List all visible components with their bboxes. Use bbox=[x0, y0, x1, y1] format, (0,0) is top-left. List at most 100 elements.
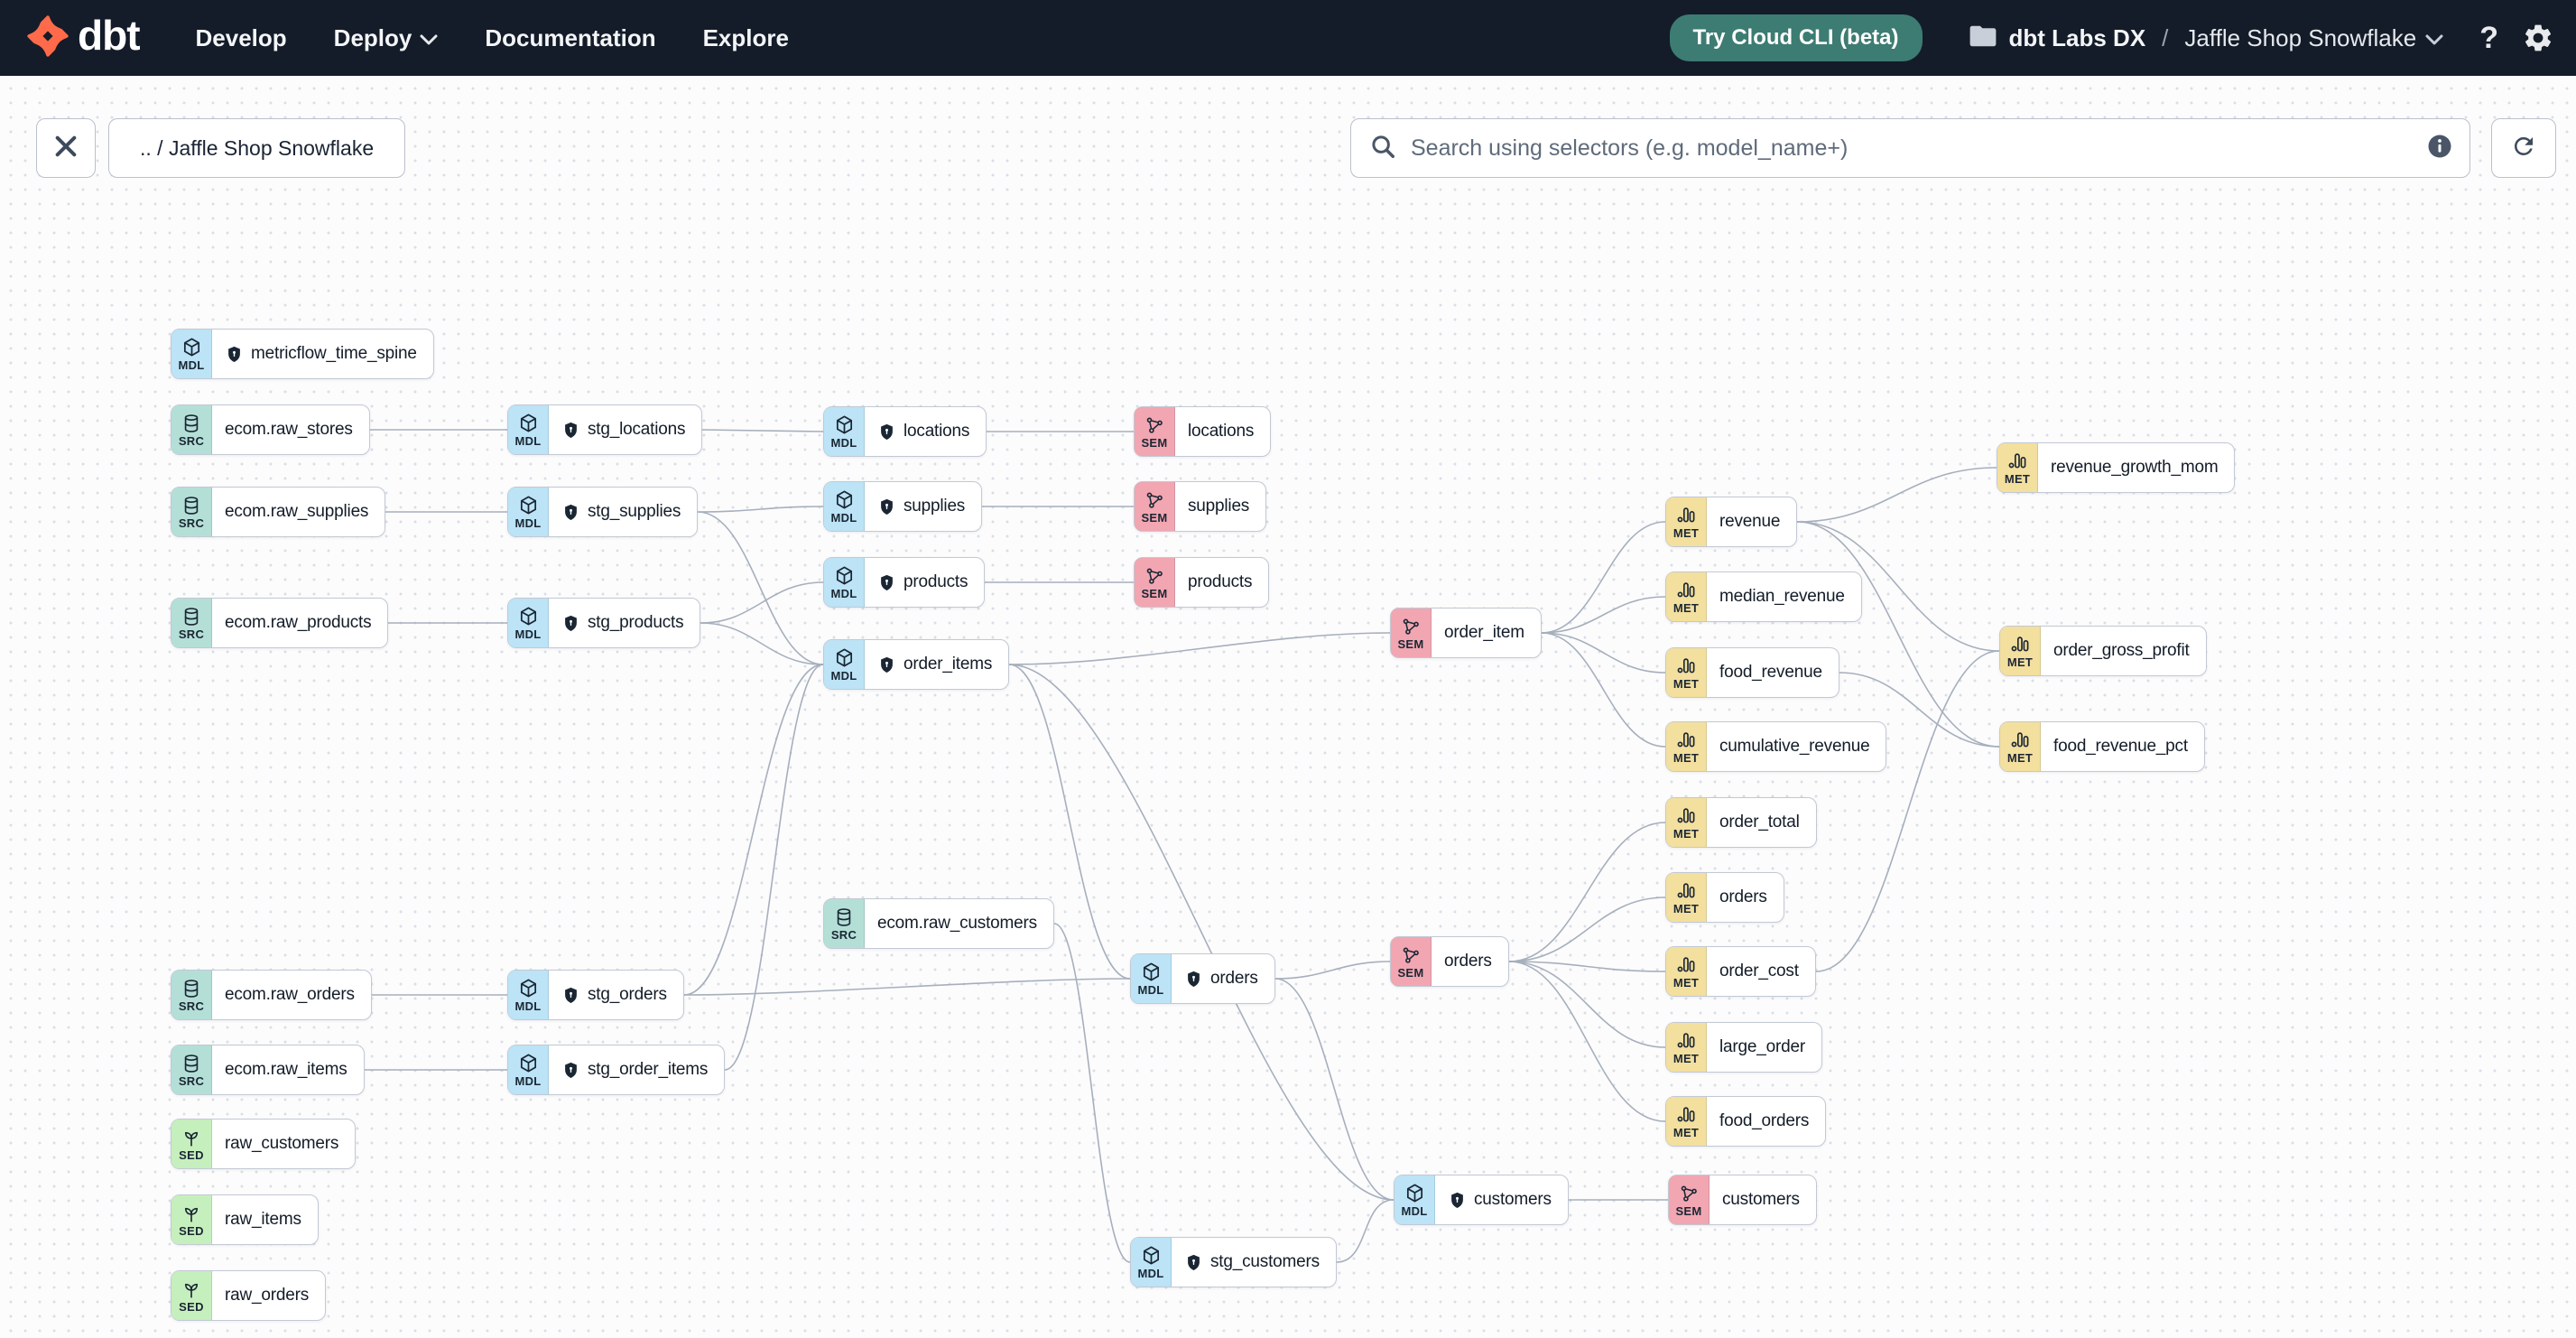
node-locations[interactable]: MDL locations bbox=[823, 406, 987, 457]
cube-icon: MDL bbox=[508, 971, 549, 1019]
account-name[interactable]: dbt Labs DX bbox=[2009, 24, 2146, 52]
project-selector[interactable]: Jaffle Shop Snowflake bbox=[2184, 24, 2443, 52]
node-sem_locations[interactable]: SEM locations bbox=[1134, 406, 1272, 457]
node-sem_supplies[interactable]: SEM supplies bbox=[1134, 481, 1267, 532]
node-stg_order_items[interactable]: MDL stg_order_items bbox=[507, 1045, 726, 1095]
node-met_order_cost[interactable]: MET order_cost bbox=[1665, 946, 1816, 997]
top-navbar: dbt Develop Deploy Documentation Explore… bbox=[0, 0, 2576, 76]
nav-deploy[interactable]: Deploy bbox=[334, 24, 439, 52]
shield-lock-icon bbox=[561, 421, 580, 440]
node-met_revenue_growth_mom[interactable]: MET revenue_growth_mom bbox=[1997, 442, 2236, 493]
search-icon bbox=[1369, 133, 1396, 164]
node-customers[interactable]: MDL customers bbox=[1394, 1175, 1569, 1225]
close-lineage-button[interactable] bbox=[36, 118, 96, 178]
node-label: median_revenue bbox=[1719, 587, 1845, 606]
chevron-down-icon bbox=[2425, 24, 2443, 52]
database-icon: SRC bbox=[171, 405, 212, 454]
node-src_raw_stores[interactable]: SRC ecom.raw_stores bbox=[171, 404, 370, 455]
node-order_items[interactable]: MDL order_items bbox=[823, 639, 1010, 690]
node-stg_supplies[interactable]: MDL stg_supplies bbox=[507, 487, 699, 537]
nav-documentation[interactable]: Documentation bbox=[485, 24, 655, 52]
shield-lock-icon bbox=[561, 986, 580, 1005]
shield-lock-icon bbox=[877, 497, 896, 516]
node-met_order_gross_profit[interactable]: MET order_gross_profit bbox=[1999, 626, 2207, 676]
node-label: ecom.raw_orders bbox=[225, 985, 355, 1004]
node-sem_products[interactable]: SEM products bbox=[1134, 557, 1270, 608]
gear-icon[interactable] bbox=[2522, 22, 2554, 54]
node-stg_locations[interactable]: MDL stg_locations bbox=[507, 404, 703, 455]
node-label: stg_order_items bbox=[549, 1045, 724, 1094]
node-label: orders bbox=[1719, 887, 1767, 906]
node-label: customers bbox=[1435, 1175, 1568, 1224]
node-src_raw_supplies[interactable]: SRC ecom.raw_supplies bbox=[171, 487, 386, 537]
node-label: metricflow_time_spine bbox=[212, 330, 433, 378]
semantic-icon: SEM bbox=[1391, 937, 1432, 986]
node-label: order_item bbox=[1444, 623, 1524, 642]
node-src_raw_orders[interactable]: SRC ecom.raw_orders bbox=[171, 970, 372, 1020]
node-src_raw_products[interactable]: SRC ecom.raw_products bbox=[171, 598, 389, 648]
node-met_food_orders[interactable]: MET food_orders bbox=[1665, 1096, 1827, 1147]
node-sem_customers[interactable]: SEM customers bbox=[1668, 1175, 1817, 1225]
node-metricflow_time_spine[interactable]: MDL metricflow_time_spine bbox=[171, 329, 434, 379]
node-supplies[interactable]: MDL supplies bbox=[823, 481, 983, 532]
node-label: revenue_growth_mom bbox=[2051, 458, 2219, 477]
node-met_revenue[interactable]: MET revenue bbox=[1665, 497, 1798, 547]
semantic-icon: SEM bbox=[1669, 1175, 1710, 1224]
search-input[interactable] bbox=[1409, 134, 2414, 163]
node-met_orders[interactable]: MET orders bbox=[1665, 872, 1784, 923]
node-label: ecom.raw_items bbox=[225, 1060, 347, 1079]
help-icon[interactable]: ? bbox=[2479, 21, 2498, 56]
node-met_median_revenue[interactable]: MET median_revenue bbox=[1665, 571, 1862, 622]
info-icon[interactable] bbox=[2426, 133, 2453, 164]
node-seed_raw_items[interactable]: SED raw_items bbox=[171, 1194, 319, 1245]
cube-icon: MDL bbox=[1395, 1175, 1435, 1224]
node-label: customers bbox=[1722, 1190, 1800, 1209]
node-sem_orders[interactable]: SEM orders bbox=[1390, 936, 1509, 987]
node-seed_raw_customers[interactable]: SED raw_customers bbox=[171, 1119, 357, 1169]
node-met_food_revenue[interactable]: MET food_revenue bbox=[1665, 647, 1839, 698]
node-label: stg_customers bbox=[1172, 1238, 1336, 1287]
dbt-logo[interactable]: dbt bbox=[27, 12, 141, 61]
node-label: products bbox=[865, 558, 984, 607]
metric-icon: MET bbox=[1666, 873, 1707, 922]
selector-search bbox=[1350, 118, 2470, 178]
node-stg_orders[interactable]: MDL stg_orders bbox=[507, 970, 684, 1020]
node-stg_products[interactable]: MDL stg_products bbox=[507, 598, 701, 648]
shield-lock-icon bbox=[877, 573, 896, 592]
node-met_cumulative_revenue[interactable]: MET cumulative_revenue bbox=[1665, 721, 1887, 772]
folder-icon bbox=[1969, 24, 1997, 52]
nav-explore[interactable]: Explore bbox=[703, 24, 789, 52]
node-label: order_cost bbox=[1719, 962, 1799, 980]
node-products[interactable]: MDL products bbox=[823, 557, 986, 608]
node-stg_customers[interactable]: MDL stg_customers bbox=[1130, 1237, 1337, 1287]
semantic-icon: SEM bbox=[1135, 558, 1175, 607]
refresh-lineage-button[interactable] bbox=[2491, 118, 2556, 178]
node-met_order_total[interactable]: MET order_total bbox=[1665, 797, 1817, 848]
node-label: ecom.raw_supplies bbox=[225, 502, 369, 521]
node-src_raw_customers[interactable]: SRC ecom.raw_customers bbox=[823, 898, 1054, 949]
metric-icon: MET bbox=[1666, 947, 1707, 996]
seed-icon: SED bbox=[171, 1120, 212, 1168]
node-met_large_order[interactable]: MET large_order bbox=[1665, 1022, 1822, 1073]
cube-icon: MDL bbox=[824, 640, 865, 689]
node-sem_order_item[interactable]: SEM order_item bbox=[1390, 608, 1542, 658]
metric-icon: MET bbox=[2000, 627, 2041, 675]
cube-icon: MDL bbox=[508, 599, 549, 647]
dbt-logo-icon bbox=[27, 14, 69, 61]
nav-develop[interactable]: Develop bbox=[196, 24, 287, 52]
metric-icon: MET bbox=[1666, 572, 1707, 621]
try-cloud-cli-button[interactable]: Try Cloud CLI (beta) bbox=[1669, 14, 1923, 61]
dbt-wordmark: dbt bbox=[78, 12, 141, 59]
metric-icon: MET bbox=[1666, 1097, 1707, 1146]
node-label: raw_customers bbox=[225, 1134, 339, 1153]
cube-icon: MDL bbox=[824, 407, 865, 456]
node-seed_raw_orders[interactable]: SED raw_orders bbox=[171, 1270, 327, 1321]
node-label: food_revenue_pct bbox=[2053, 737, 2188, 756]
node-met_food_revenue_pct[interactable]: MET food_revenue_pct bbox=[1999, 721, 2205, 772]
node-src_raw_items[interactable]: SRC ecom.raw_items bbox=[171, 1045, 365, 1095]
breadcrumb[interactable]: .. / Jaffle Shop Snowflake bbox=[108, 118, 406, 178]
database-icon: SRC bbox=[824, 899, 865, 948]
node-orders[interactable]: MDL orders bbox=[1130, 953, 1275, 1004]
breadcrumb-separator: / bbox=[2162, 23, 2169, 51]
metric-icon: MET bbox=[1666, 497, 1707, 546]
